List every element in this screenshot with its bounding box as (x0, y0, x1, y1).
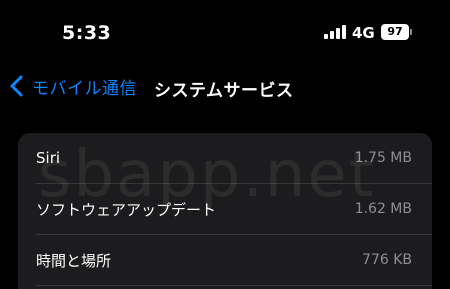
list-item-software-update[interactable]: ソフトウェアアップデート 1.62 MB (18, 184, 432, 234)
back-button[interactable]: モバイル通信 (8, 73, 137, 99)
battery-icon: 97 (381, 24, 409, 40)
network-type: 4G (352, 24, 375, 42)
row-divider (36, 285, 432, 286)
page-title: システムサービス (154, 81, 294, 101)
chevron-left-icon (10, 75, 23, 97)
list-item-siri[interactable]: Siri 1.75 MB (18, 133, 432, 183)
cellular-signal-icon (324, 25, 346, 39)
navigation-bar: モバイル通信 システムサービス (0, 64, 450, 108)
row-value: 1.62 MB (354, 201, 412, 217)
status-bar: 5:33 4G 97 (0, 0, 450, 60)
battery-tip (410, 29, 412, 35)
back-label: モバイル通信 (32, 78, 137, 99)
row-label: Siri (36, 149, 61, 167)
status-time: 5:33 (62, 22, 112, 44)
row-label: 時間と場所 (36, 251, 112, 270)
row-value: 1.75 MB (354, 150, 412, 166)
list-item-time-and-location[interactable]: 時間と場所 776 KB (18, 235, 432, 285)
row-label: ソフトウェアアップデート (36, 200, 217, 219)
row-value: 776 KB (362, 252, 412, 268)
system-services-list: Siri 1.75 MB ソフトウェアアップデート 1.62 MB 時間と場所 … (18, 133, 432, 289)
